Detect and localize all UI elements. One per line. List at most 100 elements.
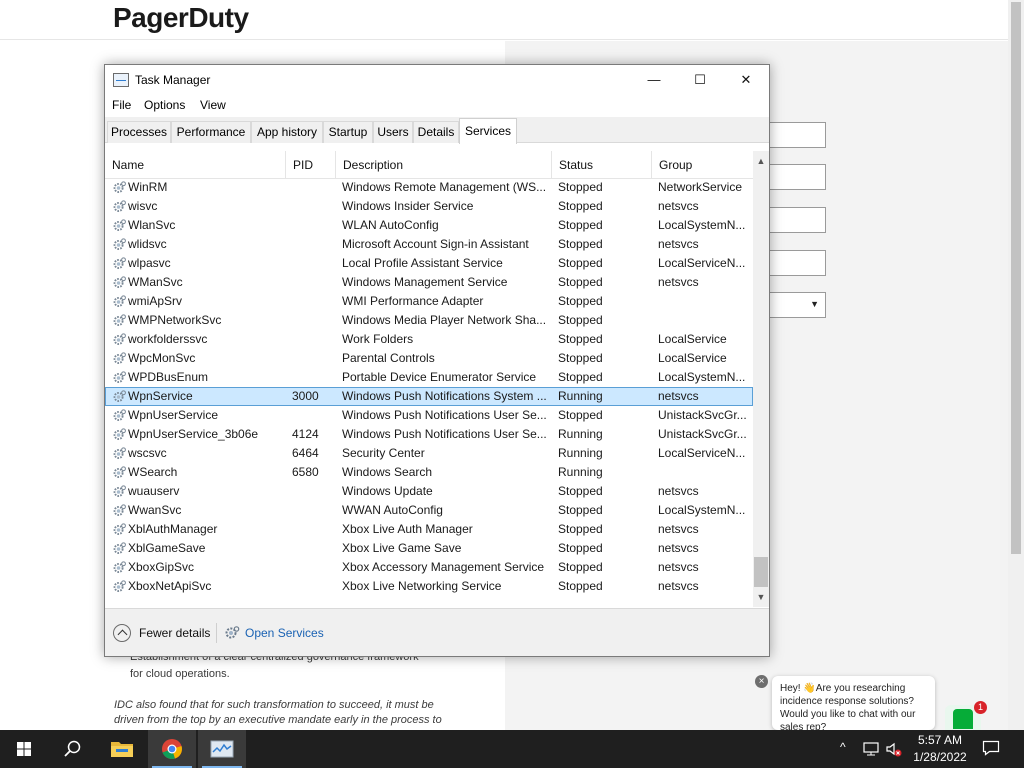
taskbar-task-manager[interactable]	[198, 730, 246, 768]
service-name: wlidsvc	[128, 237, 167, 251]
page-scrollbar-thumb[interactable]	[1011, 2, 1021, 554]
service-status: Stopped	[558, 275, 603, 289]
table-row[interactable]: wmiApSrv WMI Performance Adapter Stopped	[105, 292, 753, 311]
scroll-down-icon[interactable]: ▼	[753, 589, 769, 605]
table-scrollbar-thumb[interactable]	[754, 557, 768, 587]
column-pid[interactable]: PID	[286, 151, 336, 179]
service-description: Xbox Live Game Save	[342, 541, 462, 555]
service-description: WWAN AutoConfig	[342, 503, 443, 517]
chat-close-icon[interactable]: ×	[755, 675, 768, 688]
taskbar-chrome[interactable]	[148, 730, 196, 768]
service-gear-icon	[112, 560, 127, 575]
table-row[interactable]: WMPNetworkSvc Windows Media Player Networ…	[105, 311, 753, 330]
service-gear-icon	[112, 313, 127, 328]
task-manager-icon	[210, 740, 234, 758]
windows-logo-icon	[17, 742, 31, 756]
table-row[interactable]: WpnService 3000 Windows Push Notifications…	[105, 387, 753, 406]
start-button[interactable]	[0, 730, 48, 768]
show-hidden-icons-button[interactable]: ^	[840, 740, 846, 754]
table-row[interactable]: workfolderssvc Work Folders Stopped LocalSe…	[105, 330, 753, 349]
table-row[interactable]: WinRM Windows Remote Management (WS... Sto…	[105, 178, 753, 197]
service-description: Security Center	[342, 446, 425, 460]
table-row[interactable]: XblGameSave Xbox Live Game Save Stopped net…	[105, 539, 753, 558]
column-status[interactable]: Status	[552, 151, 652, 179]
service-pid: 3000	[292, 389, 319, 403]
service-gear-icon	[112, 294, 127, 309]
table-row[interactable]: XboxNetApiSvc Xbox Live Networking Servic…	[105, 577, 753, 596]
table-row[interactable]: wscsvc 6464 Security Center Running LocalSer…	[105, 444, 753, 463]
service-status: Stopped	[558, 256, 603, 270]
open-services-link[interactable]: Open Services	[245, 626, 324, 640]
column-group[interactable]: Group	[652, 151, 753, 179]
service-name: WSearch	[128, 465, 178, 479]
table-row[interactable]: XboxGipSvc Xbox Accessory Management Serv…	[105, 558, 753, 577]
tab-app-history[interactable]: App history	[251, 121, 323, 143]
tab-startup[interactable]: Startup	[323, 121, 373, 143]
service-description: Windows Remote Management (WS...	[342, 180, 547, 194]
service-description: Local Profile Assistant Service	[342, 256, 503, 270]
maximize-button[interactable]: ☐	[677, 65, 723, 95]
pagerduty-logo[interactable]: PagerDuty	[113, 2, 249, 34]
system-clock[interactable]: 5:57 AM 1/28/2022	[906, 732, 974, 766]
tab-processes[interactable]: Processes	[107, 121, 171, 143]
service-group: netsvcs	[658, 522, 699, 536]
service-description: Windows Update	[342, 484, 433, 498]
table-row[interactable]: WpnUserService Windows Push Notifications…	[105, 406, 753, 425]
search-icon	[64, 740, 81, 757]
table-row[interactable]: WwanSvc WWAN AutoConfig Stopped LocalSystem…	[105, 501, 753, 520]
service-status: Stopped	[558, 522, 603, 536]
tab-performance[interactable]: Performance	[171, 121, 251, 143]
table-row[interactable]: WPDBusEnum Portable Device Enumerator Ser…	[105, 368, 753, 387]
service-status: Stopped	[558, 579, 603, 593]
taskbar-file-explorer[interactable]	[98, 730, 146, 768]
service-name: WpnUserService	[128, 408, 219, 422]
fewer-details-button[interactable]: Fewer details	[139, 626, 210, 640]
tab-bar: Processes Performance App history Startu…	[105, 117, 769, 144]
column-description[interactable]: Description	[336, 151, 552, 179]
table-row[interactable]: wuauserv Windows Update Stopped netsvcs	[105, 482, 753, 501]
service-status: Stopped	[558, 313, 603, 327]
scroll-up-icon[interactable]: ▲	[753, 153, 769, 169]
service-gear-icon	[112, 408, 127, 423]
table-row[interactable]: XblAuthManager Xbox Live Auth Manager Stop…	[105, 520, 753, 539]
table-scrollbar[interactable]: ▲ ▼	[753, 151, 769, 607]
chevron-down-icon: ▼	[810, 299, 819, 309]
notification-center-icon[interactable]	[982, 740, 1000, 756]
service-description: Work Folders	[342, 332, 414, 346]
table-row[interactable]: wlpasvc Local Profile Assistant Service St…	[105, 254, 753, 273]
search-button[interactable]	[48, 730, 96, 768]
tab-users[interactable]: Users	[373, 121, 413, 143]
service-status: Stopped	[558, 180, 603, 194]
service-name: WinRM	[128, 180, 168, 194]
tab-services[interactable]: Services	[459, 118, 517, 144]
close-button[interactable]: ✕	[723, 65, 769, 95]
menu-options[interactable]: Options	[144, 98, 185, 112]
service-group: netsvcs	[658, 560, 699, 574]
service-gear-icon	[112, 370, 127, 385]
table-row[interactable]: WpcMonSvc Parental Controls Stopped LocalSe…	[105, 349, 753, 368]
menu-file[interactable]: File	[112, 98, 131, 112]
table-row[interactable]: wisvc Windows Insider Service Stopped netsv…	[105, 197, 753, 216]
service-status: Stopped	[558, 541, 603, 555]
table-row[interactable]: WpnUserService_3b06e 4124 Windows Push Not…	[105, 425, 753, 444]
menu-view[interactable]: View	[200, 98, 226, 112]
column-name[interactable]: Name ^	[105, 151, 286, 179]
network-icon[interactable]	[862, 740, 880, 758]
service-description: Portable Device Enumerator Service	[342, 370, 537, 384]
chat-bubble[interactable]: Hey! 👋Are you researching incidence resp…	[772, 676, 935, 730]
table-row[interactable]: WManSvc Windows Management Service Stopped…	[105, 273, 753, 292]
sort-up-icon: ^	[192, 151, 196, 154]
minimize-button[interactable]: —	[631, 65, 677, 95]
service-gear-icon	[112, 465, 127, 480]
tab-details[interactable]: Details	[413, 121, 459, 143]
service-description: WMI Performance Adapter	[342, 294, 484, 308]
title-bar[interactable]: Task Manager — ☐ ✕	[105, 65, 769, 95]
table-row[interactable]: WlanSvc WLAN AutoConfig Stopped LocalSystem…	[105, 216, 753, 235]
chevron-up-circle-icon[interactable]	[113, 624, 131, 642]
volume-muted-icon[interactable]	[884, 740, 902, 758]
service-group: netsvcs	[658, 237, 699, 251]
browser-page-header: PagerDuty	[0, 0, 1008, 40]
table-row[interactable]: wlidsvc Microsoft Account Sign-in Assista…	[105, 235, 753, 254]
service-status: Stopped	[558, 503, 603, 517]
table-row[interactable]: WSearch 6580 Windows Search Running	[105, 463, 753, 482]
